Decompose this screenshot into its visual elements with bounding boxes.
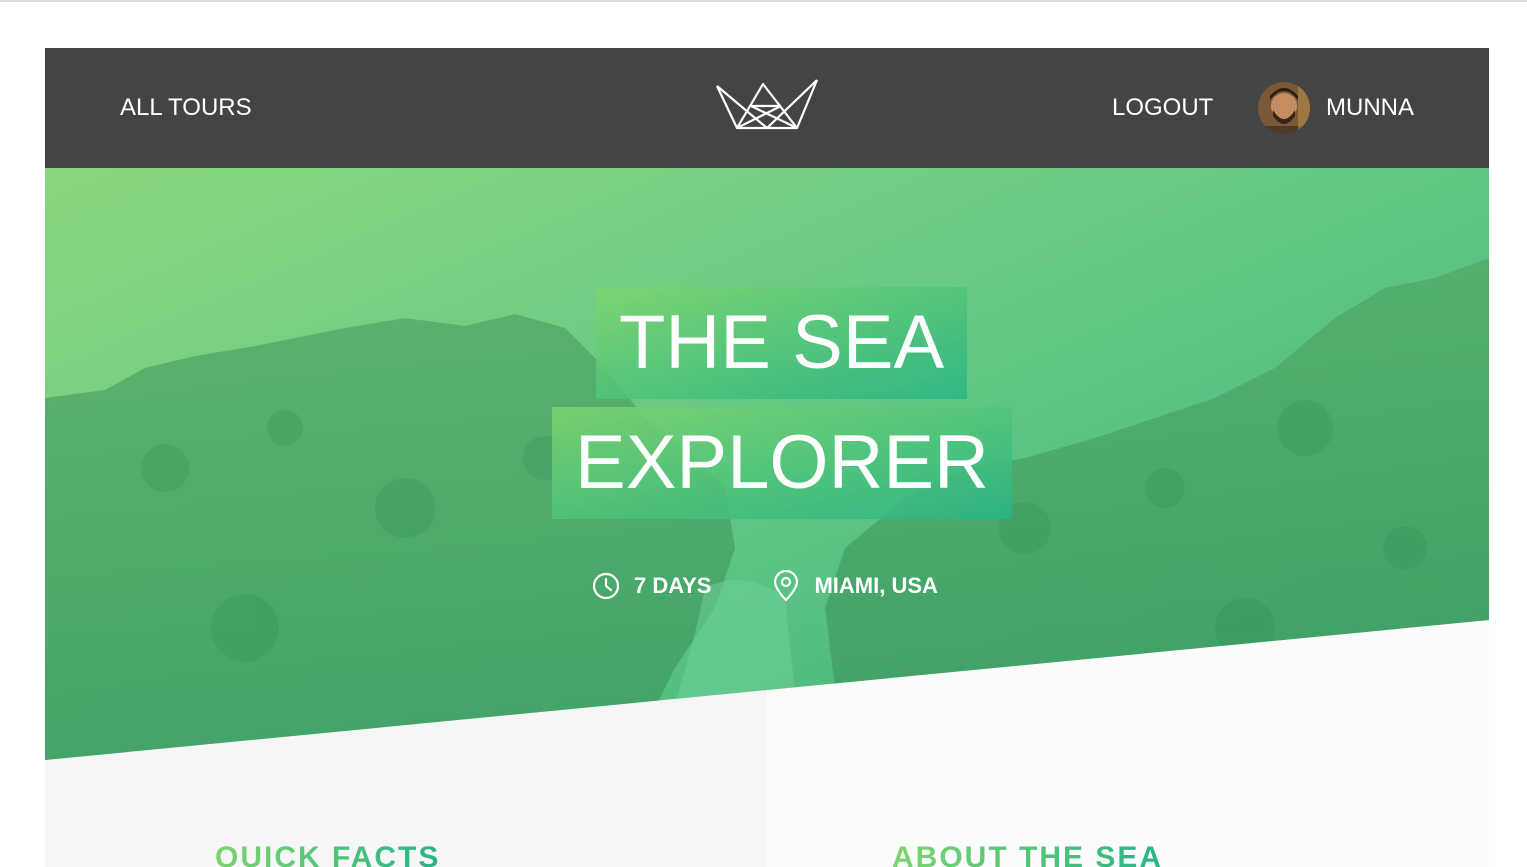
avatar (1258, 82, 1310, 134)
duration-detail: 7 DAYS (591, 571, 711, 601)
location-detail: MIAMI, USA (771, 570, 938, 602)
about-heading: ABOUT THE SEA (892, 840, 1163, 867)
all-tours-link[interactable]: ALL TOURS (120, 94, 252, 122)
browser-top-rule (0, 0, 1527, 2)
logout-link[interactable]: LOGOUT (1112, 94, 1213, 122)
tour-details: 7 DAYS MIAMI, USA (591, 570, 998, 602)
user-menu[interactable]: MUNNA (1258, 81, 1414, 135)
crown-logo-icon[interactable] (715, 76, 819, 132)
map-pin-icon (774, 570, 799, 602)
tour-title-line-2: EXPLORER (552, 407, 1012, 519)
user-name: MUNNA (1326, 94, 1414, 121)
tour-title-line-1: THE SEA (596, 287, 968, 399)
location-text: MIAMI, USA (814, 573, 938, 598)
duration-text: 7 DAYS (634, 573, 712, 598)
quick-facts-heading: QUICK FACTS (215, 840, 440, 867)
user-photo (1258, 82, 1310, 134)
clock-icon (592, 572, 620, 600)
tour-page: ALL TOURS LOGOUT MUNNA THE SEA EXPLORER … (45, 48, 1489, 867)
site-header: ALL TOURS LOGOUT MUNNA (45, 48, 1489, 168)
